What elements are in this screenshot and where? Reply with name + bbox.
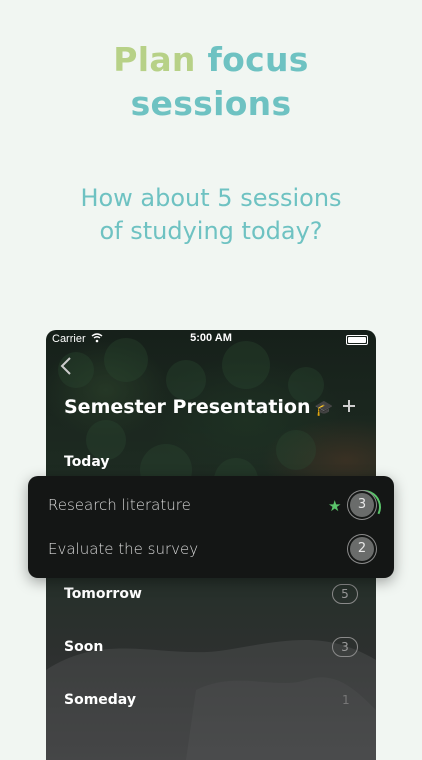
someday-count: 1 bbox=[342, 693, 350, 707]
subtitle: How about 5 sessions of studying today? bbox=[0, 182, 422, 248]
soon-count-badge: 3 bbox=[332, 637, 358, 657]
subtitle-line-1: How about 5 sessions bbox=[80, 184, 342, 212]
plus-icon[interactable] bbox=[342, 396, 356, 418]
battery-icon bbox=[346, 335, 368, 345]
clock: 5:00 AM bbox=[190, 332, 232, 344]
graduation-cap-icon: 🎓 bbox=[314, 399, 334, 417]
section-soon[interactable]: Soon bbox=[64, 639, 103, 655]
session-count-badge[interactable]: 2 bbox=[350, 537, 374, 561]
headline-word-plan: Plan bbox=[113, 40, 196, 79]
task-research-literature[interactable]: Research literature bbox=[48, 496, 191, 514]
headline-word-sessions: sessions bbox=[130, 84, 292, 123]
section-tomorrow[interactable]: Tomorrow bbox=[64, 586, 142, 602]
chevron-left-icon[interactable] bbox=[60, 356, 72, 381]
headline-word-focus: focus bbox=[207, 40, 309, 79]
tomorrow-count-badge: 5 bbox=[332, 584, 358, 604]
page-title-text: Semester Presentation bbox=[64, 396, 311, 418]
today-tasks-card: Research literature ★ 3 Evaluate the sur… bbox=[28, 476, 394, 578]
session-count-badge[interactable]: 3 bbox=[350, 493, 374, 517]
star-icon[interactable]: ★ bbox=[328, 497, 341, 515]
task-evaluate-survey[interactable]: Evaluate the survey bbox=[48, 540, 198, 558]
page-title: Semester Presentation 🎓 bbox=[64, 396, 333, 418]
section-today: Today bbox=[64, 454, 110, 470]
subtitle-line-2: of studying today? bbox=[99, 217, 323, 245]
section-someday[interactable]: Someday bbox=[64, 692, 136, 708]
status-bar: Carrier 5:00 AM bbox=[46, 330, 376, 350]
headline: Plan focus sessions bbox=[0, 38, 422, 126]
